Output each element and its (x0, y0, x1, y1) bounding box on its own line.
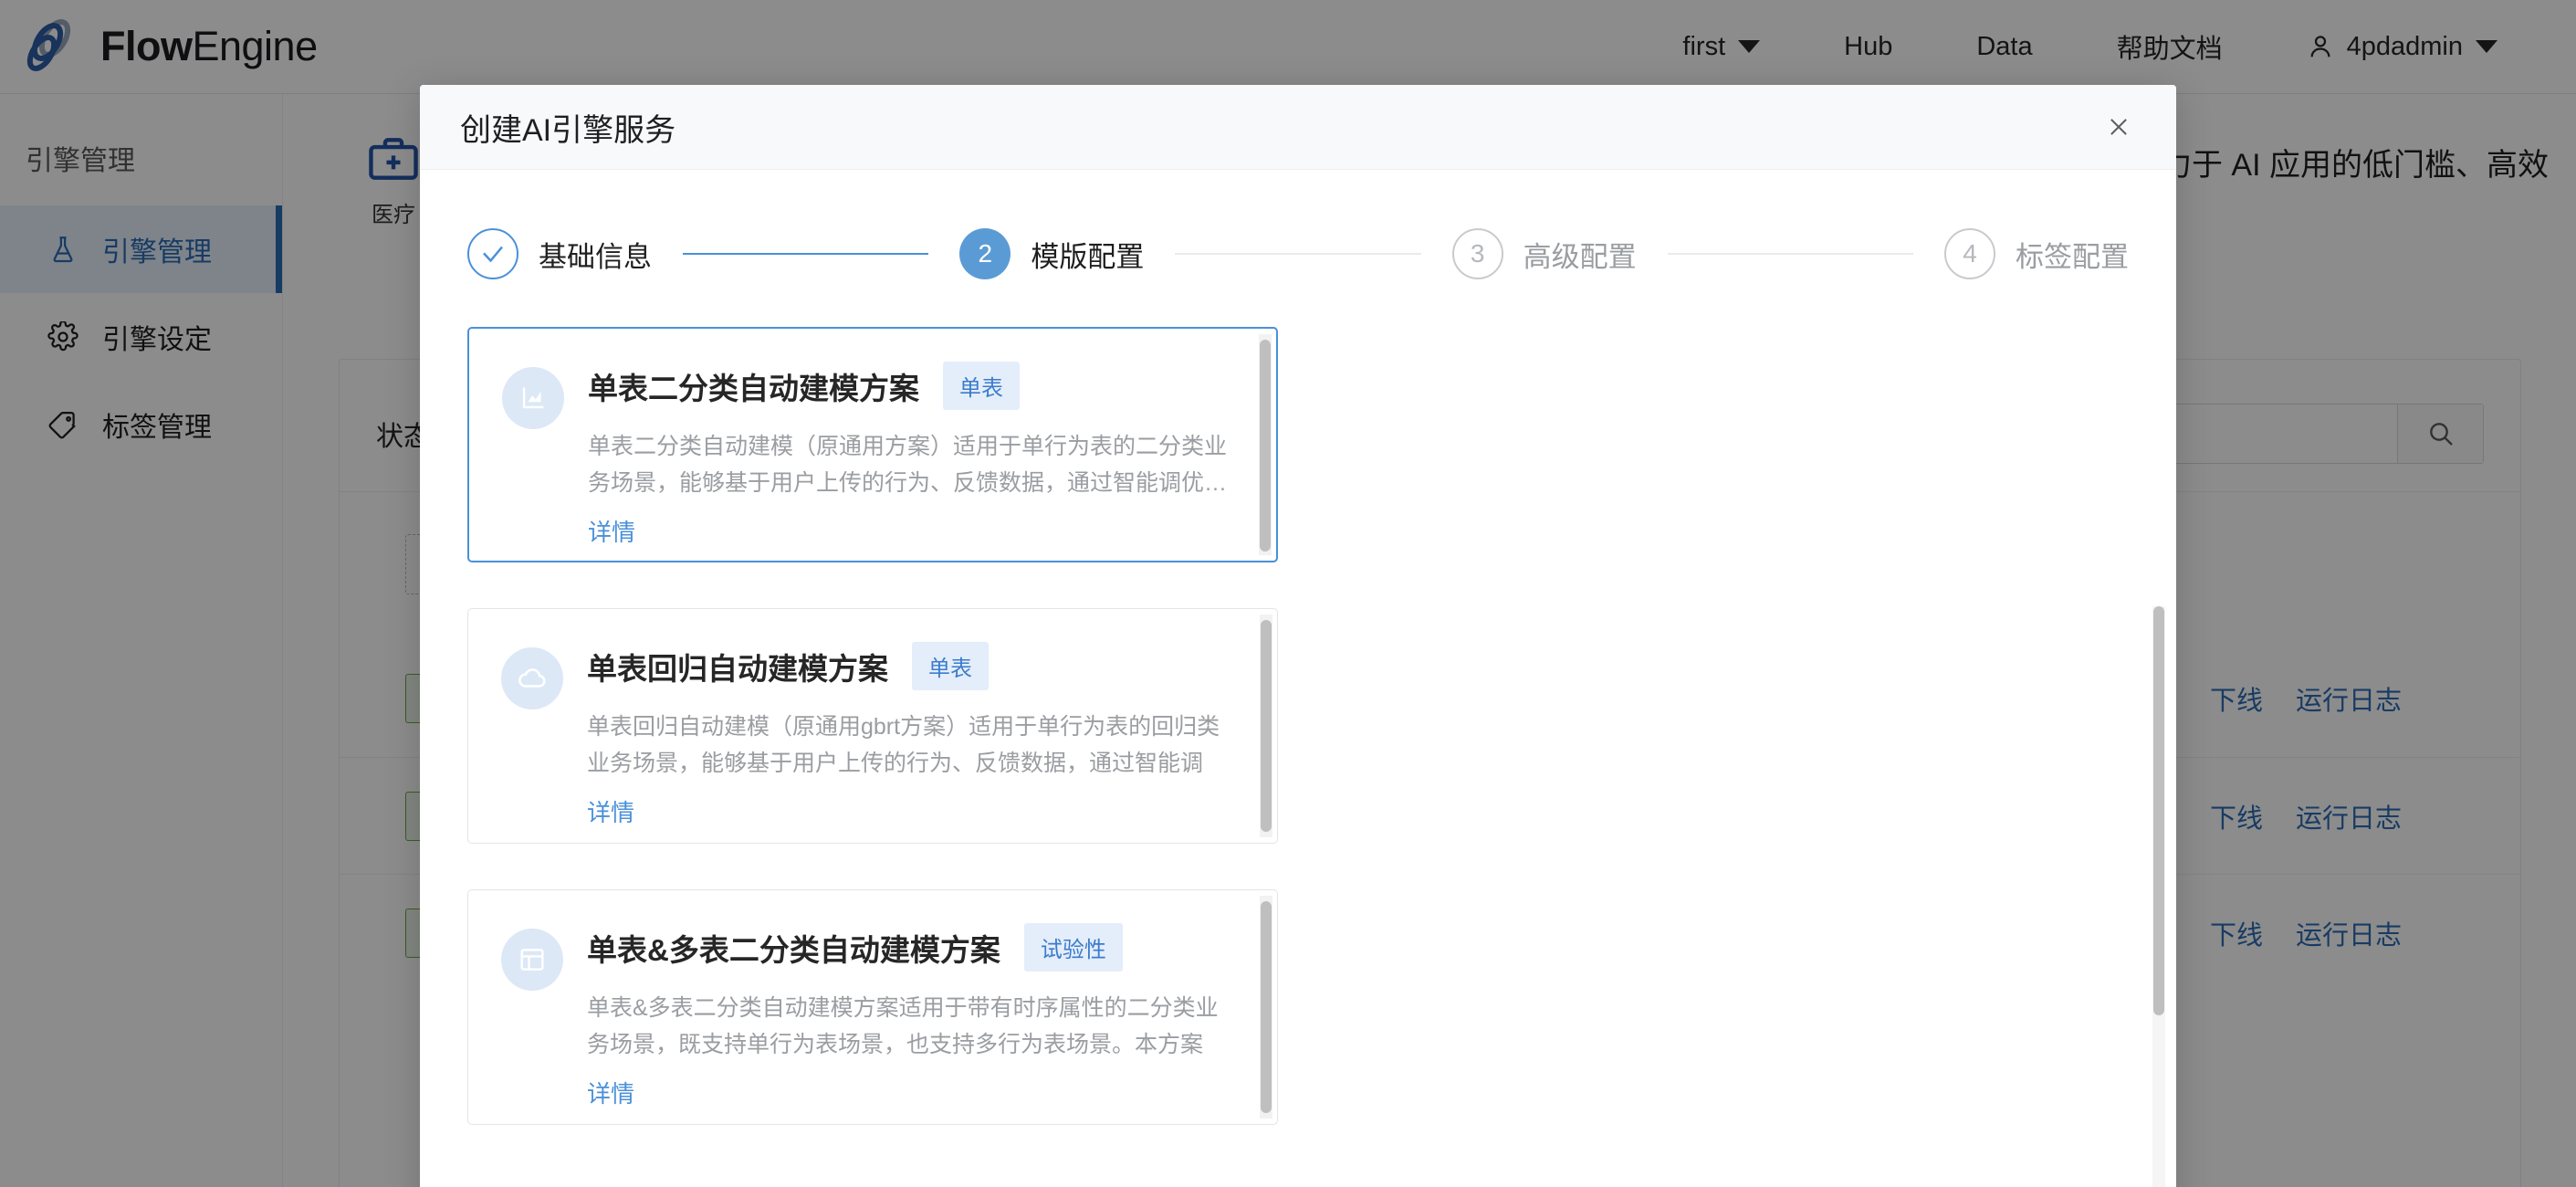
step-3-label: 高级配置 (1523, 240, 1637, 273)
modal-title: 创建AI引擎服务 (460, 112, 676, 148)
step-advanced-config[interactable]: 3 高级配置 (1451, 228, 1637, 279)
template-details-link[interactable]: 详情 (587, 794, 634, 828)
step-2-label: 模版配置 (1031, 240, 1145, 273)
modal-scrollbar[interactable] (2152, 606, 2165, 1187)
create-ai-engine-modal: 创建AI引擎服务 基础信息 2 模版配置 3 高级配置 4 标签配置 单表二分类… (420, 85, 2176, 1187)
template-card-multi-table-binary[interactable]: 单表&多表二分类自动建模方案 试验性 单表&多表二分类自动建模方案适用于带有时序… (467, 889, 1278, 1125)
table-icon (520, 949, 544, 971)
card-scrollbar[interactable] (1259, 334, 1272, 555)
chart-icon (522, 387, 544, 409)
modal-header: 创建AI引擎服务 (420, 85, 2176, 170)
template-description: 单表回归自动建模（原通用gbrt方案）适用于单行为表的回归类业务场景，能够基于用… (587, 714, 1220, 776)
card-scrollbar-thumb[interactable] (1261, 901, 1272, 1113)
template-description: 单表&多表二分类自动建模方案适用于带有时序属性的二分类业务场景，既支持单行为表场… (587, 995, 1219, 1057)
template-tag: 试验性 (1023, 923, 1123, 972)
step-connector-1 (683, 253, 929, 255)
template-tag: 单表 (912, 642, 989, 690)
modal-body: 单表二分类自动建模方案 单表 单表二分类自动建模（原通用方案）适用于单行为表的二… (420, 327, 2176, 1187)
step-4-label: 标签配置 (2015, 240, 2129, 273)
step-basic-info[interactable]: 基础信息 (467, 228, 652, 279)
step-template-config[interactable]: 2 模版配置 (959, 228, 1144, 279)
stepper: 基础信息 2 模版配置 3 高级配置 4 标签配置 (420, 170, 2176, 279)
template-card-single-table-regression[interactable]: 单表回归自动建模方案 单表 单表回归自动建模（原通用gbrt方案）适用于单行为表… (467, 608, 1278, 844)
modal-scrollbar-thumb[interactable] (2153, 606, 2164, 1015)
card-scrollbar[interactable] (1260, 615, 1272, 837)
step-1-label: 基础信息 (539, 240, 652, 273)
template-icon-wrap (501, 929, 563, 991)
cloud-icon (518, 668, 546, 688)
template-title: 单表二分类自动建模方案 (588, 371, 919, 405)
template-title: 单表回归自动建模方案 (587, 651, 888, 686)
template-card-single-table-binary[interactable]: 单表二分类自动建模方案 单表 单表二分类自动建模（原通用方案）适用于单行为表的二… (467, 327, 1278, 562)
template-title: 单表&多表二分类自动建模方案 (587, 932, 1000, 967)
check-icon (483, 246, 503, 263)
template-description: 单表二分类自动建模（原通用方案）适用于单行为表的二分类业务场景，能够基于用户上传… (588, 434, 1227, 496)
step-1-bullet (467, 228, 518, 279)
close-icon (2110, 119, 2127, 135)
step-3-bullet: 3 (1451, 228, 1503, 279)
step-2-bullet: 2 (959, 228, 1011, 279)
template-icon-wrap (501, 647, 563, 709)
card-scrollbar-thumb[interactable] (1261, 620, 1272, 832)
step-tag-config[interactable]: 4 标签配置 (1943, 228, 2129, 279)
template-icon-wrap (502, 367, 564, 429)
template-details-link[interactable]: 详情 (588, 514, 635, 548)
step-connector-3 (1667, 253, 1913, 255)
template-tag: 单表 (943, 362, 1020, 410)
card-scrollbar[interactable] (1260, 896, 1272, 1119)
step-connector-2 (1175, 253, 1421, 255)
step-4-bullet: 4 (1943, 228, 1995, 279)
close-button[interactable] (2098, 106, 2140, 148)
template-card-list: 单表二分类自动建模方案 单表 单表二分类自动建模（原通用方案）适用于单行为表的二… (420, 327, 2176, 1125)
template-details-link[interactable]: 详情 (587, 1076, 634, 1109)
card-scrollbar-thumb[interactable] (1260, 340, 1271, 551)
